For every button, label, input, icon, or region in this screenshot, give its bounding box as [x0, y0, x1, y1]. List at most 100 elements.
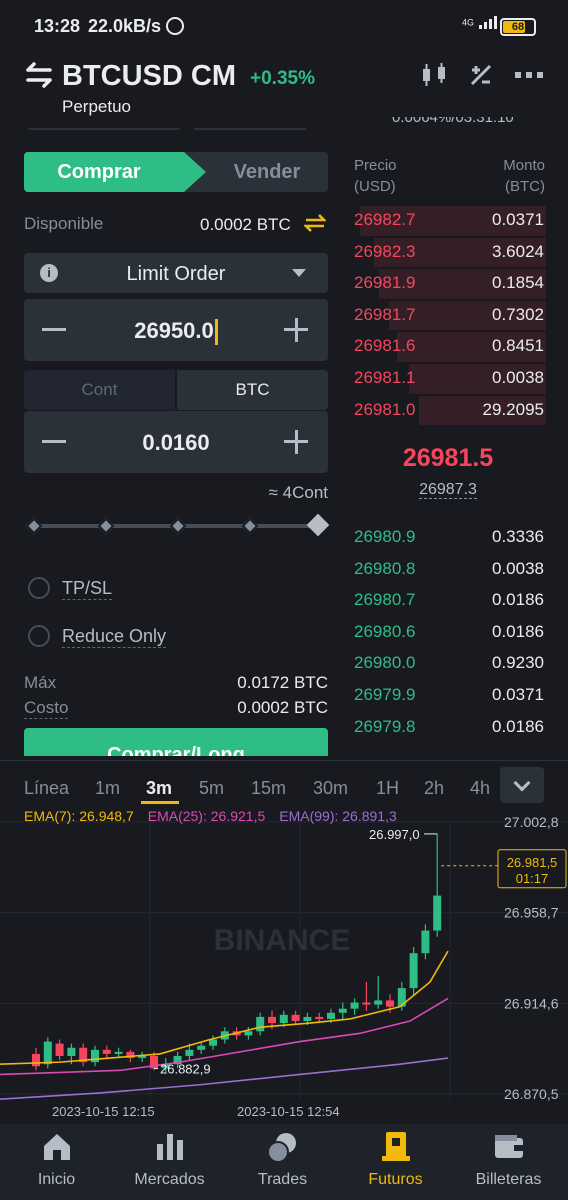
- price-chart[interactable]: BINANCE 27.002,8 26.958,7 26.914,6 26.870,5…: [0, 800, 568, 1124]
- interval-3m[interactable]: 3m: [146, 778, 172, 799]
- decrease-qty-icon[interactable]: [42, 440, 66, 443]
- bid-row[interactable]: 26980.0 0.9230: [350, 648, 546, 680]
- bid-amount: 0.0186: [492, 590, 544, 610]
- low-price-label: 26.882,9: [160, 1062, 211, 1077]
- price-stepper: 26950.0: [24, 299, 328, 361]
- ask-price: 26981.6: [354, 336, 416, 356]
- ask-row[interactable]: 26982.3 3.6024: [350, 237, 546, 269]
- quantity-input[interactable]: 0.0160: [84, 430, 268, 456]
- slider-step[interactable]: [25, 517, 43, 535]
- max-label: Máx: [24, 673, 57, 692]
- interval-30m[interactable]: 30m: [313, 778, 348, 799]
- tab-divider: [28, 120, 180, 130]
- interval-line[interactable]: Línea: [24, 778, 69, 799]
- bid-price: 26980.9: [354, 527, 416, 546]
- ask-amount: 0.0371: [492, 210, 544, 229]
- candle-body: [55, 1043, 64, 1056]
- interval-2h[interactable]: 2h: [424, 778, 444, 799]
- y-tick-label: 26.870,5: [504, 1086, 559, 1102]
- contract-type: Perpetuo: [62, 97, 131, 116]
- ema-lines: [0, 950, 449, 1100]
- symbol-title[interactable]: BTCUSD CM: [62, 60, 236, 93]
- bid-row[interactable]: 26980.9 0.3336: [350, 522, 546, 554]
- ema99-line: [0, 1057, 449, 1100]
- cost-label: Costo: [24, 698, 69, 719]
- price-input[interactable]: 26950.0: [84, 318, 268, 346]
- interval-5m[interactable]: 5m: [199, 778, 224, 799]
- ask-amount: 29.2095: [482, 399, 544, 419]
- order-type-select[interactable]: i Limit Order: [24, 253, 328, 293]
- ask-row[interactable]: 26981.7 0.7302: [350, 300, 546, 332]
- candle-body: [291, 1014, 300, 1022]
- ema7-label: EMA(7): 26.948,7: [24, 808, 134, 824]
- unit-cont-button[interactable]: Cont: [24, 370, 175, 410]
- ema99-label: EMA(99): 26.891,3: [279, 808, 397, 824]
- slider-step[interactable]: [169, 517, 187, 535]
- swap-pair-icon[interactable]: [24, 62, 54, 88]
- bid-amount: 0.0186: [492, 716, 544, 736]
- bid-price: 26980.0: [354, 653, 416, 673]
- slider-step[interactable]: [97, 517, 115, 535]
- available-value: 0.0002 BTC: [200, 215, 291, 234]
- bottom-nav: Inicio Mercados Trades Futuros Billetera…: [0, 1124, 568, 1200]
- nav-mercados[interactable]: Mercados: [113, 1124, 226, 1200]
- ema-legend: EMA(7): 26.948,7 EMA(25): 26.921,5 EMA(99)…: [24, 808, 397, 824]
- reduce-only-label[interactable]: Reduce Only: [62, 626, 167, 648]
- candle-body: [279, 1014, 288, 1024]
- candle-body: [433, 895, 442, 931]
- nav-futuros[interactable]: Futuros: [339, 1124, 452, 1200]
- mark-price[interactable]: 26987.3: [350, 481, 546, 499]
- reduce-only-checkbox[interactable]: [28, 625, 50, 647]
- wallet-icon: [495, 1135, 523, 1158]
- bid-price: 26980.6: [354, 621, 416, 641]
- decrease-price-icon[interactable]: [42, 328, 66, 331]
- candlestick-chart-icon[interactable]: [420, 63, 450, 87]
- buy-long-button[interactable]: Comprar/Long: [24, 728, 328, 756]
- ask-price: 26982.3: [354, 241, 416, 261]
- max-value: 0.0172 BTC: [237, 673, 328, 692]
- ask-row[interactable]: 26981.6 0.8451: [350, 331, 546, 363]
- interval-4h[interactable]: 4h: [470, 778, 490, 799]
- x-tick-label: 2023-10-15 12:15: [52, 1104, 155, 1119]
- interval-15m[interactable]: 15m: [251, 778, 286, 799]
- interval-1h[interactable]: 1H: [376, 778, 399, 799]
- candle-body: [338, 1008, 347, 1013]
- nav-label: Trades: [257, 1171, 308, 1188]
- y-tick-label: 26.958,7: [504, 905, 559, 921]
- more-intervals-button[interactable]: [500, 767, 544, 803]
- y-tick-label: 26.914,6: [504, 995, 559, 1011]
- home-icon: [44, 1134, 70, 1160]
- sell-tab[interactable]: Vender: [206, 152, 328, 192]
- nav-trades[interactable]: Trades: [226, 1124, 339, 1200]
- amount-slider[interactable]: [25, 513, 330, 537]
- tpsl-label[interactable]: TP/SL: [62, 578, 113, 600]
- more-icon[interactable]: [515, 72, 543, 78]
- slider-handle[interactable]: [306, 513, 330, 537]
- x-axis-labels: 2023-10-15 12:15 2023-10-15 12:54: [52, 1104, 340, 1119]
- order-type-label: Limit Order: [126, 263, 226, 285]
- unit-btc-button[interactable]: BTC: [177, 370, 328, 410]
- ask-row[interactable]: 26981.9 0.1854: [350, 268, 546, 300]
- ask-row[interactable]: 26981.0 29.2095: [350, 395, 546, 427]
- ask-row[interactable]: 26982.7 0.0371: [350, 205, 546, 237]
- ask-price: 26982.7: [354, 210, 416, 229]
- tpsl-checkbox[interactable]: [28, 577, 50, 599]
- nav-billeteras[interactable]: Billeteras: [452, 1124, 565, 1200]
- price-value: 26950.0: [134, 318, 214, 343]
- slider-step[interactable]: [241, 517, 259, 535]
- bid-row[interactable]: 26980.8 0.0038: [350, 554, 546, 586]
- bid-row[interactable]: 26979.8 0.0186: [350, 712, 546, 744]
- ema25-label: EMA(25): 26.921,5: [147, 808, 266, 824]
- bid-row[interactable]: 26980.7 0.0186: [350, 585, 546, 617]
- transfer-icon[interactable]: [304, 212, 326, 234]
- calculator-icon[interactable]: [468, 62, 494, 88]
- nav-inicio[interactable]: Inicio: [0, 1124, 113, 1200]
- signal-icon: 4G: [462, 16, 503, 30]
- interval-1m[interactable]: 1m: [95, 778, 120, 799]
- bid-row[interactable]: 26980.6 0.0186: [350, 617, 546, 649]
- buy-tab[interactable]: Comprar: [24, 152, 184, 192]
- current-price-label: 26.981,5: [507, 855, 558, 870]
- candle-body: [197, 1045, 206, 1050]
- bid-row[interactable]: 26979.9 0.0371: [350, 680, 546, 712]
- ask-row[interactable]: 26981.1 0.0038: [350, 363, 546, 395]
